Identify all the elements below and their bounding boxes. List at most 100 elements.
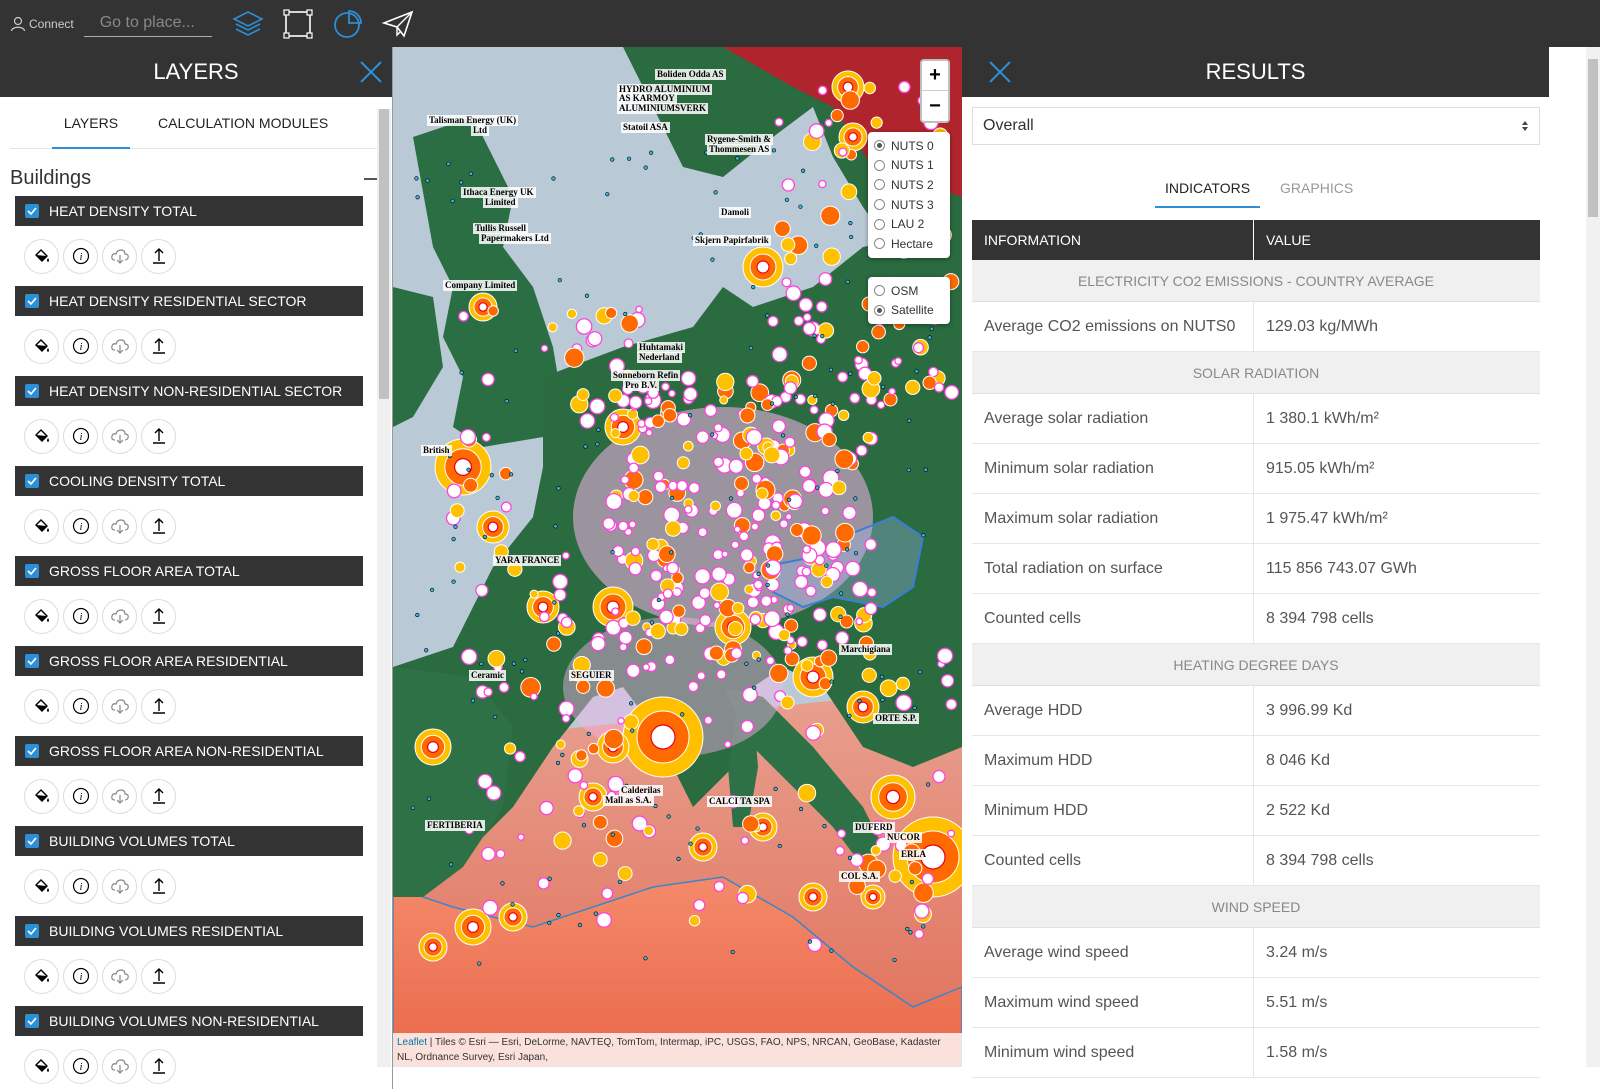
coast-dot[interactable] xyxy=(766,563,771,568)
marker-point[interactable] xyxy=(740,836,750,845)
marker-point[interactable] xyxy=(560,616,573,629)
heat-circle-core[interactable] xyxy=(806,670,820,684)
coast-dot[interactable] xyxy=(466,467,471,472)
marker-point[interactable] xyxy=(666,561,680,575)
marker-point[interactable] xyxy=(801,355,817,371)
radio-icon[interactable] xyxy=(874,159,885,171)
marker-point[interactable] xyxy=(820,506,830,516)
marker-point[interactable] xyxy=(838,147,848,157)
marker-point[interactable] xyxy=(870,845,882,856)
marker-point[interactable] xyxy=(636,419,646,429)
marker-point[interactable] xyxy=(537,877,550,890)
coast-dot[interactable] xyxy=(556,912,561,918)
marker-point[interactable] xyxy=(864,538,878,551)
marker-point[interactable] xyxy=(553,831,572,850)
marker-point[interactable] xyxy=(460,648,478,666)
coast-dot[interactable] xyxy=(905,926,910,932)
coast-dot[interactable] xyxy=(555,760,561,766)
marker-point[interactable] xyxy=(654,480,667,494)
marker-point[interactable] xyxy=(802,312,812,322)
marker-point[interactable] xyxy=(802,321,817,336)
marker-point[interactable] xyxy=(734,476,749,491)
marker-point[interactable] xyxy=(808,123,825,139)
radio-icon[interactable] xyxy=(874,218,885,230)
info-icon[interactable]: i xyxy=(63,418,98,454)
paint-bucket-icon[interactable] xyxy=(24,688,59,724)
marker-point[interactable] xyxy=(774,220,791,238)
coast-dot[interactable] xyxy=(847,855,853,860)
radio-icon[interactable] xyxy=(874,238,885,250)
coast-dot[interactable] xyxy=(468,171,473,176)
heat-circle-core[interactable] xyxy=(466,920,479,933)
marker-point[interactable] xyxy=(592,814,608,830)
coast-dot[interactable] xyxy=(780,433,786,438)
marker-point[interactable] xyxy=(876,400,886,410)
coast-dot[interactable] xyxy=(908,930,913,935)
coast-dot[interactable] xyxy=(557,278,562,283)
heat-circle-core[interactable] xyxy=(478,302,488,312)
coast-dot[interactable] xyxy=(728,496,734,501)
marker-point[interactable] xyxy=(695,430,710,444)
marker-point[interactable] xyxy=(628,561,643,576)
section-buildings[interactable]: Buildings xyxy=(10,167,378,190)
marker-point[interactable] xyxy=(620,475,630,485)
coast-dot[interactable] xyxy=(459,180,464,185)
marker-point[interactable] xyxy=(764,559,782,577)
connect-button[interactable]: Connect xyxy=(10,16,74,32)
coast-dot[interactable] xyxy=(813,393,818,399)
marker-point[interactable] xyxy=(755,487,769,500)
coast-dot[interactable] xyxy=(414,176,419,181)
marker-point[interactable] xyxy=(576,388,590,402)
marker-point[interactable] xyxy=(921,872,935,885)
coast-dot[interactable] xyxy=(824,563,829,568)
coast-dot[interactable] xyxy=(577,922,583,928)
marker-point[interactable] xyxy=(487,649,506,668)
coast-dot[interactable] xyxy=(800,168,806,173)
marker-point[interactable] xyxy=(498,681,510,693)
marker-point[interactable] xyxy=(553,588,567,602)
marker-point[interactable] xyxy=(818,179,827,189)
marker-point[interactable] xyxy=(520,676,541,698)
coast-dot[interactable] xyxy=(669,495,675,501)
checkbox-checked-icon[interactable] xyxy=(25,924,39,938)
coast-dot[interactable] xyxy=(751,685,757,690)
marker-point[interactable] xyxy=(710,582,729,602)
marker-point[interactable] xyxy=(742,815,760,833)
marker-point[interactable] xyxy=(933,382,945,393)
marker-point[interactable] xyxy=(849,853,864,868)
marker-point[interactable] xyxy=(664,520,682,537)
coast-dot[interactable] xyxy=(830,401,835,406)
marker-point[interactable] xyxy=(751,473,763,485)
tab-indicators[interactable]: INDICATORS xyxy=(1155,170,1261,208)
marker-point[interactable] xyxy=(855,444,868,457)
coast-dot[interactable] xyxy=(617,879,622,885)
marker-point[interactable] xyxy=(801,478,817,494)
basemap-option[interactable]: Satellite xyxy=(874,301,944,321)
paint-bucket-icon[interactable] xyxy=(24,598,59,634)
marker-point[interactable] xyxy=(602,517,616,531)
layer-toggle[interactable]: GROSS FLOOR AREA RESIDENTIAL xyxy=(15,646,363,676)
marker-point[interactable] xyxy=(575,318,593,335)
marker-point[interactable] xyxy=(771,500,781,510)
coast-dot[interactable] xyxy=(482,534,488,539)
marker-point[interactable] xyxy=(503,742,517,755)
coast-dot[interactable] xyxy=(451,537,456,542)
radio-icon[interactable] xyxy=(874,304,885,316)
marker-point[interactable] xyxy=(719,395,729,405)
coast-dot[interactable] xyxy=(829,948,834,953)
coast-dot[interactable] xyxy=(610,832,615,837)
marker-point[interactable] xyxy=(529,589,539,599)
coast-dot[interactable] xyxy=(451,579,456,584)
paint-bucket-icon[interactable] xyxy=(24,418,59,454)
upload-icon[interactable] xyxy=(141,508,176,544)
marker-point[interactable] xyxy=(646,537,660,551)
marker-point[interactable] xyxy=(908,861,923,876)
marker-point[interactable] xyxy=(895,694,913,712)
checkbox-checked-icon[interactable] xyxy=(25,294,39,308)
heat-circle-core[interactable] xyxy=(588,792,598,802)
marker-point[interactable] xyxy=(605,829,624,848)
marker-point[interactable] xyxy=(840,90,860,110)
heat-circle-core[interactable] xyxy=(537,601,549,613)
coast-dot[interactable] xyxy=(807,939,813,944)
marker-point[interactable] xyxy=(936,647,954,665)
